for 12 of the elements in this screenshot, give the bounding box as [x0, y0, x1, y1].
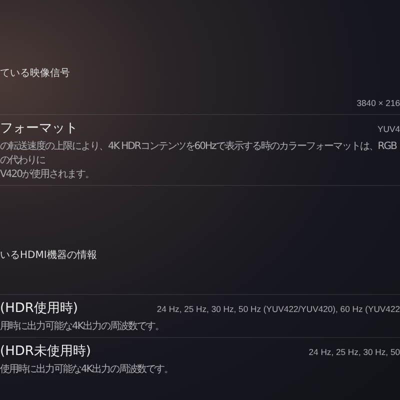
setting-title: (HDR使用時) [0, 300, 78, 317]
setting-title: フォーマット [0, 120, 78, 137]
setting-description: の転送速度の上限により、4K HDRコンテンツを60Hzで表示する時のカラーフォーマットは、RGBの代わりに V420が使用されます。 [0, 140, 398, 182]
section-header: いるHDMI機器の情報 [0, 248, 98, 263]
setting-value: 24 Hz, 25 Hz, 30 Hz, 50 [308, 347, 400, 357]
setting-description: 使用時に出力可能な4K出力の周波数です。 [0, 363, 174, 377]
setting-value: 3840 × 216 [356, 98, 400, 108]
setting-value: 24 Hz, 25 Hz, 30 Hz, 50 Hz (YUV422/YUV420), 60 Hz (YUV422 [156, 304, 400, 314]
section-header: ている映像信号 [0, 66, 71, 81]
setting-value: YUV4 [378, 124, 400, 134]
setting-title: (HDR未使用時) [0, 343, 91, 360]
setting-description: 用時に出力可能な4K出力の周波数です。 [0, 320, 165, 334]
